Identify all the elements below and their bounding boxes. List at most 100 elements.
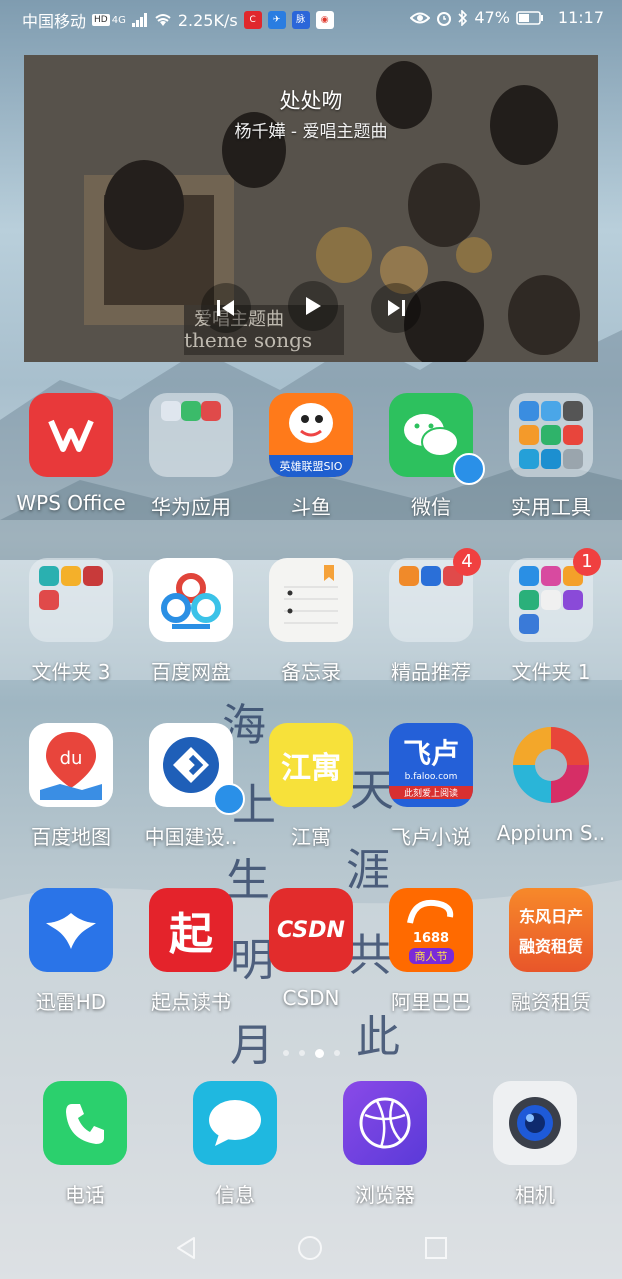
wechat-icon: [389, 393, 485, 485]
baidu-map-text: du: [60, 748, 83, 769]
carrier-name: 中国移动: [22, 12, 87, 31]
dock-phone[interactable]: 电话: [25, 1081, 145, 1208]
app-label: 起点读书: [151, 990, 231, 1014]
skip-back-icon: [217, 300, 234, 316]
page-dot[interactable]: [282, 1050, 289, 1056]
back-button[interactable]: [172, 1234, 200, 1262]
page-indicator: [0, 1046, 622, 1060]
previous-button[interactable]: [201, 283, 251, 333]
app-baidu-netdisk[interactable]: 百度网盘: [131, 558, 251, 685]
app-alibaba[interactable]: 1688 商人节 阿里巴巴: [371, 888, 491, 1015]
hd-indicator: HD: [92, 14, 110, 26]
dock-label: 电话: [65, 1183, 105, 1207]
verified-badge-icon: [453, 453, 485, 485]
music-widget[interactable]: 爱唱主题曲 theme songs 处处吻 杨千嬅 - 爱唱主题曲: [24, 55, 598, 362]
play-button[interactable]: [288, 281, 338, 331]
page-dot[interactable]: [298, 1050, 305, 1056]
dock-camera[interactable]: 相机: [475, 1081, 595, 1208]
dock-messages[interactable]: 信息: [175, 1081, 295, 1208]
alibaba-icon: 1688 商人节: [389, 888, 473, 972]
app-memo[interactable]: 备忘录: [251, 558, 371, 685]
baidu-map-icon: du: [29, 723, 113, 807]
app-xunlei-hd[interactable]: 迅雷HD: [11, 888, 131, 1015]
folder-huawei-apps[interactable]: 华为应用: [131, 393, 251, 520]
app-label: 百度地图: [31, 825, 111, 849]
folder-utilities[interactable]: 实用工具: [491, 393, 611, 520]
qidian-logo-text: 起: [169, 909, 213, 960]
qidian-icon: 起: [149, 888, 233, 972]
appium-icon: [509, 723, 593, 807]
app-douyu[interactable]: 英雄联盟SIO 斗鱼: [251, 393, 371, 520]
app-baidu-map[interactable]: du 百度地图: [11, 723, 131, 850]
app-label: 实用工具: [511, 495, 591, 519]
status-bar: 中国移动 HD 4G 2.25K/s C ✈ 脉 ◉ 47% 11:17: [0, 0, 622, 36]
app-label: 融资租赁: [511, 990, 591, 1014]
app-rongzi-zulin[interactable]: 东风日产 融资租赁 融资租赁: [491, 888, 611, 1015]
app-label: 文件夹 1: [511, 660, 591, 684]
dock-label: 相机: [515, 1183, 555, 1207]
app-csdn[interactable]: CSDN CSDN: [251, 888, 371, 1010]
network-speed: 2.25K/s: [177, 10, 238, 30]
home-button[interactable]: [296, 1234, 324, 1262]
app-jiangyu[interactable]: 江寓 江寓: [251, 723, 371, 850]
feilu-icon: 飞卢 b.faloo.com 此刻爱上阅读: [389, 723, 473, 807]
csdn-notification-icon: C: [243, 11, 262, 29]
app-appium[interactable]: Appium S..: [491, 723, 611, 845]
app-qidian[interactable]: 起 起点读书: [131, 888, 251, 1015]
notification-badge: 4: [453, 548, 481, 576]
page-dot[interactable]: [333, 1050, 340, 1056]
feiyu-notification-icon: ✈: [267, 11, 286, 29]
clock: 11:17: [557, 8, 604, 27]
app-label: 江寓: [291, 825, 331, 849]
messages-icon: [193, 1081, 277, 1165]
verified-badge-icon: [213, 783, 245, 815]
feilu-tagline: 此刻爱上阅读: [389, 785, 473, 799]
dock-browser[interactable]: 浏览器: [325, 1081, 445, 1208]
app-label: 飞卢小说: [391, 825, 471, 849]
folder-3[interactable]: 文件夹 3: [11, 558, 131, 685]
app-label: 微信: [411, 495, 451, 519]
song-title: 处处吻: [279, 89, 343, 113]
app-label: 迅雷HD: [35, 990, 107, 1014]
csdn-icon: CSDN: [269, 888, 353, 972]
rongzi-line1: 东风日产: [518, 907, 583, 926]
app-ccb[interactable]: 中国建设..: [131, 723, 251, 850]
phone-icon: [43, 1081, 127, 1165]
app-label: 备忘录: [281, 660, 341, 684]
folder-icon: [509, 393, 593, 477]
app-label: 华为应用: [151, 495, 231, 519]
next-button[interactable]: [371, 283, 421, 333]
song-artist: 杨千嬅 - 爱唱主题曲: [234, 122, 388, 142]
jiangyu-icon: 江寓: [269, 723, 353, 807]
browser-icon: [343, 1081, 427, 1165]
alarm-icon: [437, 11, 452, 26]
app-label: 文件夹 3: [31, 660, 111, 684]
app-wps-office[interactable]: WPS Office: [11, 393, 131, 515]
battery-percent: 47%: [474, 8, 510, 27]
app-label: 中国建设..: [144, 825, 238, 849]
recents-button[interactable]: [422, 1234, 450, 1262]
csdn-logo-text: CSDN: [277, 917, 345, 943]
app-label: WPS Office: [16, 491, 126, 515]
douyu-banner: 英雄联盟SIO: [269, 455, 353, 477]
dock-label: 浏览器: [355, 1183, 415, 1207]
folder-featured[interactable]: 4 精品推荐: [371, 548, 491, 685]
memo-icon: [269, 558, 353, 642]
app-wechat[interactable]: 微信: [371, 393, 491, 520]
network-type: 4G: [111, 14, 126, 26]
signal-icon: [131, 13, 147, 27]
wifi-icon: [155, 14, 171, 26]
folder-1[interactable]: 1 文件夹 1: [491, 548, 611, 685]
app-label: 斗鱼: [291, 495, 331, 519]
camera-icon: [493, 1081, 577, 1165]
page-dot-active[interactable]: [314, 1048, 324, 1058]
maimai-notification-icon: 脉: [291, 11, 310, 29]
app-label: CSDN: [282, 986, 340, 1010]
app-label: 百度网盘: [151, 660, 231, 684]
app-feilu[interactable]: 飞卢 b.faloo.com 此刻爱上阅读 飞卢小说: [371, 723, 491, 850]
play-icon: [306, 297, 321, 315]
wps-office-icon: [29, 393, 113, 477]
xunlei-icon: [29, 888, 113, 972]
rongzi-icon: 东风日产 融资租赁: [509, 888, 593, 972]
alibaba-1688-text: 1688: [412, 930, 450, 946]
